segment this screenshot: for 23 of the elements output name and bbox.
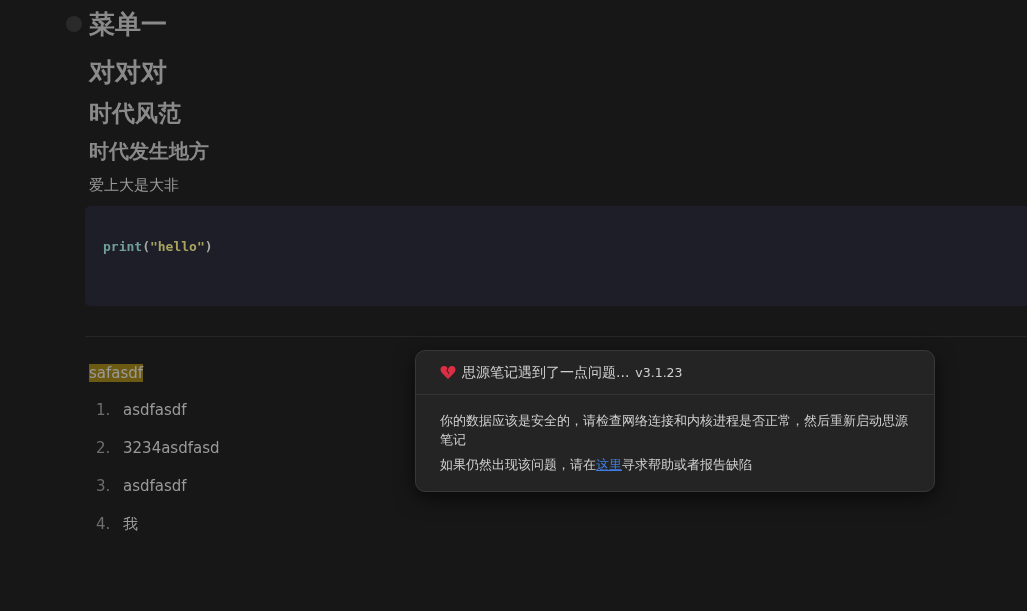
heading: 时代风范 [89,99,182,128]
help-link[interactable]: 这里 [596,457,622,472]
broken-heart-icon [440,365,456,380]
help-message: 如果仍然出现该问题，请在这里寻求帮助或者报告缺陷 [440,456,753,474]
paragraph: 爱上大是大非 [89,175,180,196]
heading: 菜单一 [89,8,168,41]
code-paren: ( [142,239,150,254]
code-string: "hello" [149,239,205,254]
heading: 对对对 [89,56,168,89]
list-item: 我 [123,514,138,535]
list-item: asdfasdf [123,476,187,497]
list-number: 3. [95,476,112,497]
version-label: v3.1.23 [635,365,683,380]
code-function: print [103,239,143,254]
list-number: 1. [95,400,112,421]
list-item: asdfasdf [123,400,187,421]
list-number: 2. [95,438,112,459]
code-paren: ) [204,239,213,254]
dialog-title: 思源笔记遇到了一点问题... [462,363,630,382]
list-number: 4. [95,514,112,535]
dialog-message: 你的数据应该是安全的，请检查网络连接和内核进程是否正常，然后重新启动思源笔记 [440,412,909,449]
list-item: 3234asdfasd [123,438,220,459]
heading: 时代发生地方 [89,138,210,165]
